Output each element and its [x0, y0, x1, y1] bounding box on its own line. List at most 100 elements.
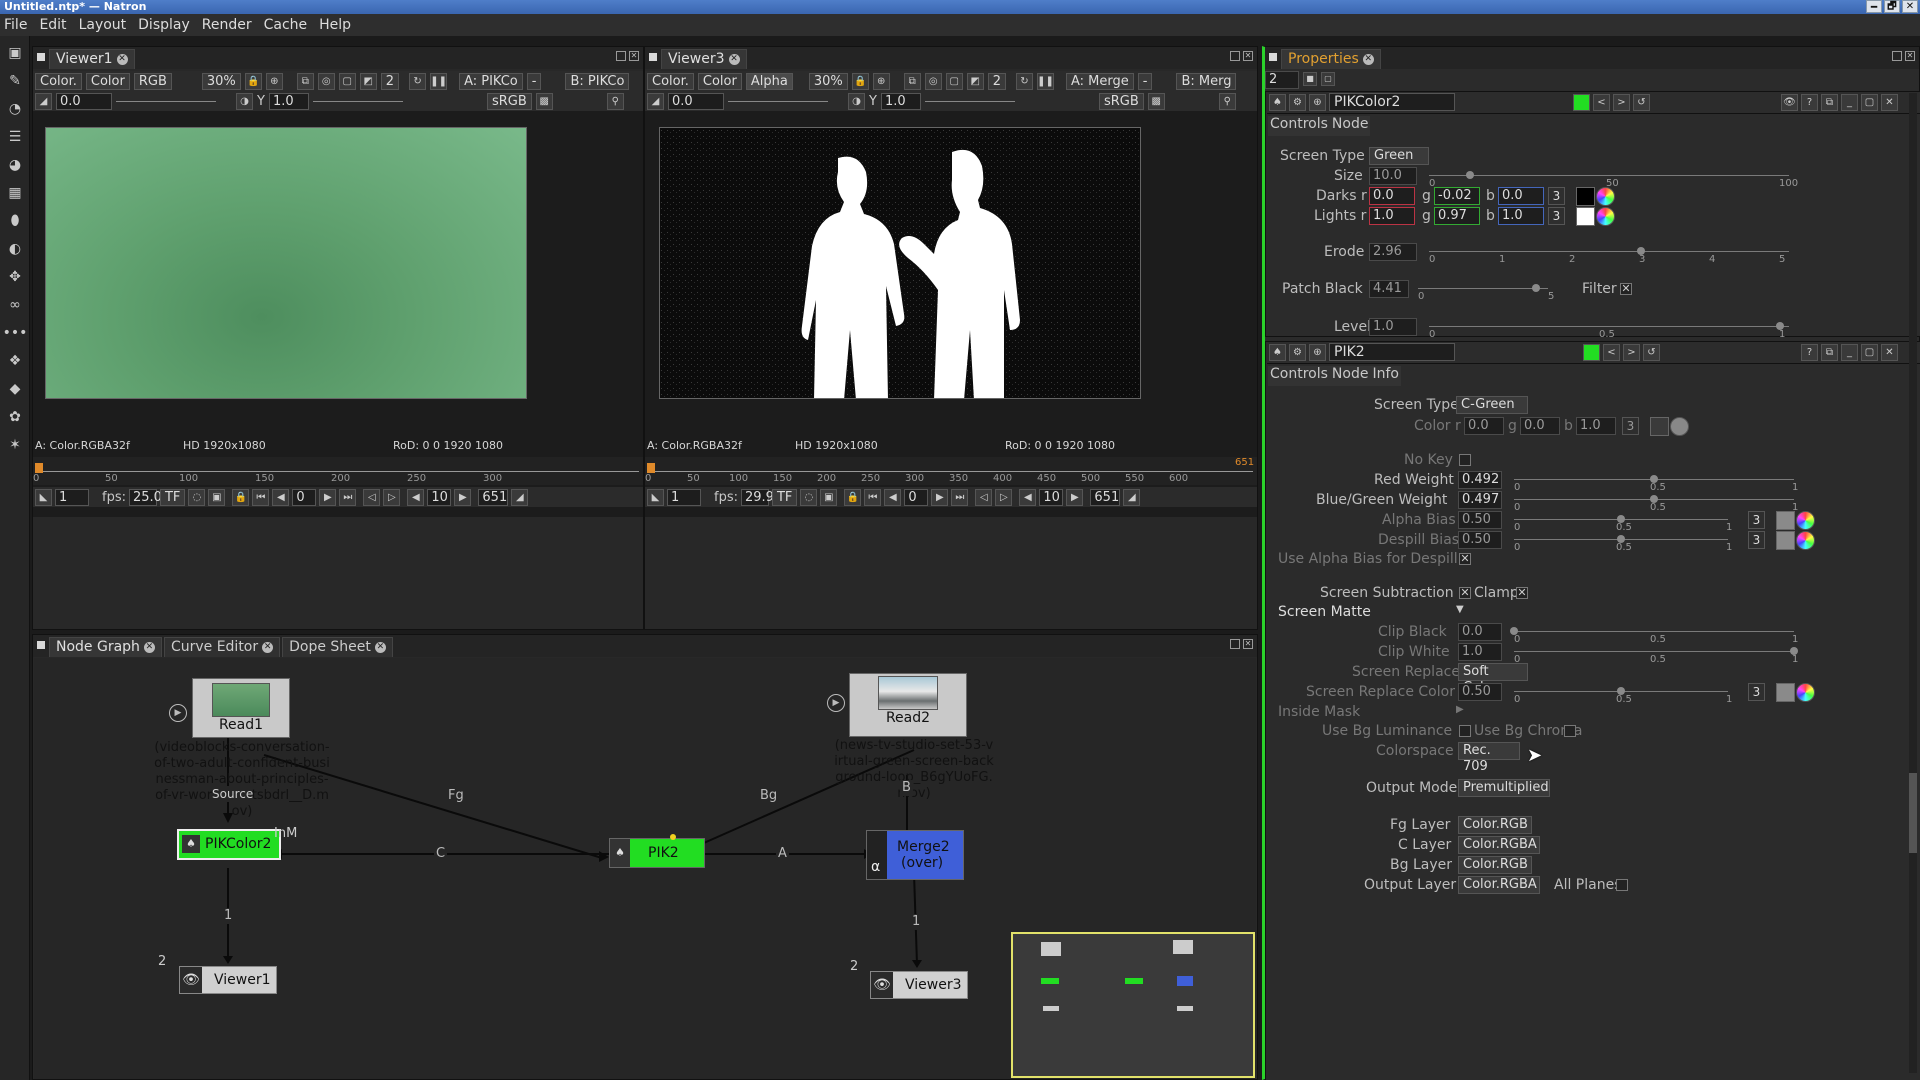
gamma-slider[interactable] — [312, 100, 403, 102]
turbo-icon[interactable]: ◌ — [188, 488, 206, 506]
darks-b-field[interactable]: 0.0 — [1498, 187, 1544, 205]
clip-black-field[interactable]: 0.0 — [1458, 623, 1502, 641]
clip-white-slider[interactable] — [1514, 651, 1794, 652]
in-point-icon[interactable]: ◣ — [35, 488, 52, 506]
patch-black-slider-handle[interactable] — [1532, 284, 1540, 292]
extra-tools-icon[interactable]: ◆ — [4, 378, 26, 400]
gamma-toggle-icon[interactable]: ◑ — [848, 92, 865, 110]
prev-keyframe-icon[interactable]: ◁ — [363, 488, 381, 506]
color-swatch[interactable] — [1650, 417, 1669, 436]
gain-toggle-icon[interactable]: ◢ — [35, 92, 52, 110]
maximize-button[interactable]: 🗗 — [1884, 0, 1900, 13]
increment-field[interactable]: 10 — [1039, 488, 1064, 506]
maximize-panel-icon[interactable]: ▢ — [1861, 94, 1878, 111]
roi-icon[interactable]: ◎ — [317, 72, 335, 90]
close-icon[interactable]: ✕ — [143, 642, 155, 653]
restore-defaults-icon[interactable]: ↺ — [1633, 94, 1650, 111]
tab-viewer3[interactable]: Viewer3 ✕ — [661, 49, 747, 69]
float-panel-icon[interactable]: ⧉ — [1821, 94, 1838, 111]
gain-slider[interactable] — [728, 100, 828, 102]
close-icon[interactable]: ✕ — [1362, 54, 1374, 65]
max-panels-field[interactable]: 2 — [1265, 71, 1299, 89]
gamma-slider[interactable] — [924, 100, 1015, 102]
alpha-bias-field[interactable]: 0.50 — [1458, 511, 1502, 529]
undo-icon[interactable]: < — [1603, 344, 1620, 361]
other-tools-icon[interactable]: ••• — [3, 322, 28, 344]
viewer3-node[interactable]: 👁 Viewer3 — [870, 971, 968, 999]
split-vertical-icon[interactable] — [1230, 639, 1240, 649]
minimize-panel-icon[interactable]: _ — [1841, 94, 1858, 111]
clip-icon[interactable]: ⧉ — [296, 72, 314, 90]
screen-replace-select[interactable]: Soft Color — [1458, 663, 1528, 695]
node-color-swatch[interactable] — [1573, 94, 1590, 111]
gain-slider[interactable] — [116, 100, 216, 102]
c-layer-select[interactable]: Color.RGBA — [1458, 836, 1540, 854]
zoom-select[interactable]: 30% — [201, 72, 241, 90]
split-vertical-icon[interactable] — [1892, 51, 1902, 61]
despill-bias-dimension-button[interactable]: 3 — [1748, 531, 1765, 549]
screen-replace-picker-icon[interactable] — [1796, 683, 1815, 702]
playhead-marker[interactable] — [647, 463, 655, 473]
close-pane-icon[interactable]: ✕ — [629, 51, 639, 61]
display-channels-select[interactable]: RGB — [133, 72, 172, 90]
clip-black-slider[interactable] — [1514, 631, 1794, 632]
gamma-field[interactable]: 1.0 — [268, 92, 309, 110]
tab-controls[interactable]: Controls — [1268, 366, 1330, 386]
fps-field[interactable]: 29.9 — [740, 488, 774, 506]
level-field[interactable]: 1.0 — [1369, 318, 1417, 336]
read1-node[interactable]: Read1 — [192, 678, 290, 738]
image-tools-icon[interactable]: ▣ — [4, 42, 26, 64]
lock-range-icon[interactable]: 🔒 — [844, 488, 862, 506]
erode-slider[interactable] — [1429, 251, 1789, 252]
darks-g-field[interactable]: -0.02 — [1434, 187, 1480, 205]
composite-op-select[interactable]: - — [1137, 72, 1153, 90]
alpha-bias-picker-icon[interactable] — [1796, 511, 1815, 530]
screen-type-select[interactable]: Green — [1369, 147, 1429, 165]
pane-anchor-icon[interactable] — [649, 53, 657, 61]
despill-bias-picker-icon[interactable] — [1796, 531, 1815, 550]
input-a-select[interactable]: A: PIKCo — [459, 72, 523, 90]
no-key-checkbox[interactable] — [1459, 454, 1471, 466]
color-dimension-button[interactable]: 3 — [1622, 417, 1639, 435]
time-tools-icon[interactable]: ◔ — [4, 98, 26, 120]
close-panel-icon[interactable]: ✕ — [1881, 94, 1898, 111]
close-button[interactable]: ✕ — [1902, 0, 1918, 13]
darks-dimension-button[interactable]: 3 — [1548, 187, 1565, 205]
undo-icon[interactable]: < — [1593, 94, 1610, 111]
plugin-tools-icon[interactable]: ✿ — [4, 406, 26, 428]
close-pane-icon[interactable]: ✕ — [1243, 51, 1253, 61]
lights-g-field[interactable]: 0.97 — [1434, 207, 1480, 225]
out-point-field[interactable]: 651 — [1090, 488, 1121, 506]
roi-icon[interactable]: ◎ — [924, 72, 942, 90]
last-frame-icon[interactable]: ⏭ — [951, 488, 969, 506]
pause-icon[interactable]: ❚❚ — [1037, 72, 1054, 90]
fg-layer-select[interactable]: Color.RGB — [1458, 816, 1532, 834]
tab-info[interactable]: Info — [1370, 366, 1401, 386]
keyer-tools-icon[interactable]: ⬮ — [4, 210, 26, 232]
proxy-icon[interactable]: ◩ — [966, 72, 984, 90]
close-pane-icon[interactable]: ✕ — [1905, 51, 1915, 61]
out-point-icon[interactable]: ◢ — [1123, 488, 1141, 506]
transform-tools-icon[interactable]: ✥ — [4, 266, 26, 288]
gamma-field[interactable]: 1.0 — [880, 92, 921, 110]
pane-anchor-icon[interactable] — [37, 641, 45, 649]
lock-icon[interactable]: 🔒 — [851, 72, 869, 90]
tab-controls[interactable]: Controls — [1268, 116, 1330, 136]
patch-black-slider[interactable] — [1418, 288, 1548, 289]
refresh-icon[interactable]: ↻ — [1016, 72, 1033, 90]
zoom-select[interactable]: 30% — [808, 72, 848, 90]
menu-cache[interactable]: Cache — [264, 17, 308, 33]
out-point-field[interactable]: 651 — [478, 488, 509, 506]
redo-icon[interactable]: > — [1623, 344, 1640, 361]
lock-icon[interactable]: 🔒 — [244, 72, 262, 90]
close-icon[interactable]: ✕ — [374, 642, 386, 653]
next-keyframe-icon[interactable]: ▷ — [383, 488, 401, 506]
menu-edit[interactable]: Edit — [39, 17, 66, 33]
color-b-field[interactable]: 1.0 — [1576, 417, 1616, 435]
node-graph-canvas[interactable]: Read1 ▶ (videoblocks-conversation-of-two… — [34, 658, 1256, 1079]
viewer1-timeline[interactable]: 0 50 100 150 200 250 300 — [33, 457, 643, 485]
misc-tools-icon[interactable]: ✶ — [4, 434, 26, 456]
menu-display[interactable]: Display — [138, 17, 190, 33]
viewer3-timeline[interactable]: 0 50 100 150 200 250 300 350 400 450 500… — [645, 457, 1257, 485]
alpha-channel-select[interactable]: Color — [697, 72, 742, 90]
